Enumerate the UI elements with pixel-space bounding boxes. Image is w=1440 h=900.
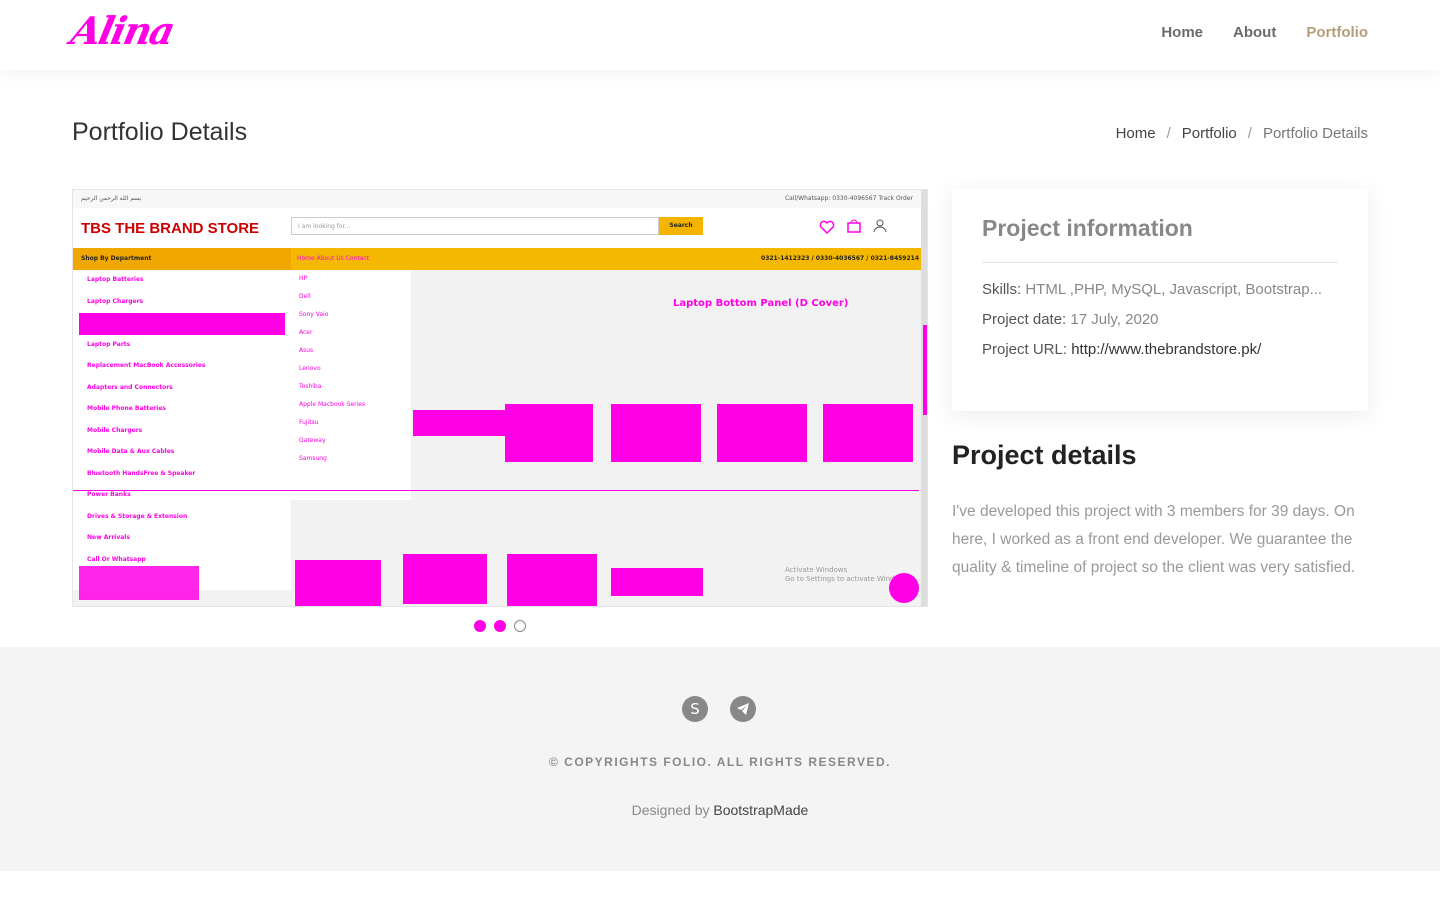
shot-menu-item: Mobile Phone Batteries bbox=[87, 405, 166, 412]
project-url-link[interactable]: http://www.thebrandstore.pk/ bbox=[1071, 341, 1261, 358]
url-label: Project URL: bbox=[982, 341, 1068, 358]
slider-dot[interactable] bbox=[514, 620, 526, 632]
nav-home[interactable]: Home bbox=[1161, 24, 1203, 41]
shot-scrollbar-thumb bbox=[923, 325, 927, 415]
shot-category-menu: Laptop Batteries Laptop Chargers Laptop … bbox=[73, 270, 291, 590]
shot-topbar: بسم الله الرحمن الرحيم Call/Whatsapp: 03… bbox=[73, 190, 927, 208]
nav-about[interactable]: About bbox=[1233, 24, 1276, 41]
shot-submenu-item: Dell bbox=[299, 293, 311, 300]
shot-bag-icon bbox=[847, 219, 861, 233]
site-footer: S © COPYRIGHTS FOLIO. ALL RIGHTS RESERVE… bbox=[0, 647, 1440, 871]
shot-watermark-line: Activate Windows bbox=[785, 566, 848, 574]
shot-submenu-item: Lenovo bbox=[299, 365, 321, 372]
shot-header: TBS THE BRAND STORE I am looking for... … bbox=[73, 208, 927, 248]
shot-menu-item: Laptop Parts bbox=[87, 340, 131, 348]
shot-product-image bbox=[403, 554, 487, 604]
breadcrumb-separator: / bbox=[1247, 125, 1252, 142]
shot-submenu-item: HP bbox=[299, 275, 308, 282]
skype-icon[interactable]: S bbox=[682, 696, 708, 722]
shot-submenu-item: Asus bbox=[299, 347, 314, 354]
shot-submenu: HP Dell Sony Vaio Acer Asus Lenovo Toshi… bbox=[291, 270, 411, 500]
slider-pagination bbox=[474, 620, 526, 632]
shot-product-image bbox=[79, 566, 199, 600]
shot-product-image bbox=[507, 554, 597, 606]
project-details-title: Project details bbox=[952, 440, 1137, 470]
shot-submenu-item: Apple Macbook Series bbox=[299, 401, 366, 408]
shot-menu-item: Adapters and Connectors bbox=[87, 383, 173, 391]
shot-menu-item: Mobile Data & Aux Cables bbox=[87, 448, 175, 455]
breadcrumb-home[interactable]: Home bbox=[1116, 125, 1156, 142]
shot-chat-button bbox=[889, 573, 919, 603]
portfolio-slider[interactable]: بسم الله الرحمن الرحيم Call/Whatsapp: 03… bbox=[72, 189, 928, 607]
shot-bismillah: بسم الله الرحمن الرحيم bbox=[81, 195, 142, 202]
credits-prefix: Designed by bbox=[631, 802, 714, 818]
date-label: Project date: bbox=[982, 311, 1067, 328]
shot-submenu-item: Fujitsu bbox=[299, 419, 319, 426]
breadcrumb-separator: / bbox=[1166, 125, 1171, 142]
project-url: Project URL: http://www.thebrandstore.pk… bbox=[982, 341, 1338, 358]
shot-menu-item: Mobile Chargers bbox=[87, 426, 143, 434]
shot-product-image bbox=[295, 560, 381, 606]
shot-menu-item-highlight bbox=[79, 313, 285, 335]
date-value: 17 July, 2020 bbox=[1066, 311, 1159, 328]
shot-product-image bbox=[611, 404, 701, 462]
shot-logo: TBS THE BRAND STORE bbox=[81, 220, 260, 237]
site-header: Alina Home About Portfolio bbox=[0, 0, 1440, 70]
page-title: Portfolio Details bbox=[72, 118, 248, 146]
project-info-list: Skills: HTML ,PHP, MySQL, Javascript, Bo… bbox=[982, 281, 1338, 358]
logo[interactable]: Alina bbox=[67, 8, 177, 53]
shot-search: I am looking for... bbox=[291, 217, 659, 235]
social-links: S bbox=[682, 696, 756, 722]
skills-label: Skills: bbox=[982, 281, 1022, 298]
project-info-card: Project information Skills: HTML ,PHP, M… bbox=[952, 189, 1368, 411]
shot-user-icon bbox=[873, 219, 887, 233]
credits: Designed by BootstrapMade bbox=[0, 802, 1440, 818]
shot-contact: Call/Whatsapp: 0330-4096567 Track Order bbox=[784, 195, 913, 202]
shot-product-image bbox=[717, 404, 807, 462]
breadcrumb-portfolio[interactable]: Portfolio bbox=[1182, 125, 1237, 142]
project-details-text: I've developed this project with 3 membe… bbox=[952, 503, 1356, 576]
shot-submenu-item: Gateway bbox=[299, 437, 326, 444]
telegram-icon[interactable] bbox=[730, 696, 756, 722]
shot-menu-item: Laptop Batteries bbox=[87, 276, 144, 283]
main-nav: Home About Portfolio bbox=[1161, 24, 1368, 41]
slider-dot[interactable] bbox=[494, 620, 506, 632]
credits-link[interactable]: BootstrapMade bbox=[713, 802, 808, 818]
project-info-title: Project information bbox=[982, 215, 1338, 263]
shot-menu-item: Drives & Storage & Extension bbox=[87, 512, 188, 520]
project-skills: Skills: HTML ,PHP, MySQL, Javascript, Bo… bbox=[982, 281, 1338, 298]
shot-phones: 0321-1412323 / 0330-4036567 / 0321-84592… bbox=[761, 255, 919, 262]
shot-submenu-item: Toshiba bbox=[299, 383, 322, 390]
shot-product-image bbox=[611, 568, 703, 596]
copyright: © COPYRIGHTS FOLIO. ALL RIGHTS RESERVED. bbox=[549, 755, 891, 769]
shot-nav-bar: Shop By Department Home About Us Contact… bbox=[73, 248, 927, 270]
skills-value: HTML ,PHP, MySQL, Javascript, Bootstrap.… bbox=[1021, 281, 1323, 298]
telegram-glyph bbox=[737, 703, 749, 715]
shot-search-button: Search bbox=[659, 217, 703, 235]
shot-menu-item: Laptop Chargers bbox=[87, 297, 144, 305]
breadcrumb: Home / Portfolio / Portfolio Details bbox=[1116, 125, 1368, 142]
project-date: Project date: 17 July, 2020 bbox=[982, 311, 1338, 328]
shot-submenu-item: Sony Vaio bbox=[299, 311, 329, 318]
shot-menu-item: Replacement MacBook Accessories bbox=[87, 362, 206, 369]
shot-menu-item: New Arrivals bbox=[87, 534, 130, 541]
shot-product-title: Laptop Bottom Panel (D Cover) bbox=[673, 298, 849, 309]
shot-divider bbox=[73, 490, 919, 491]
nav-portfolio[interactable]: Portfolio bbox=[1306, 24, 1368, 41]
shot-product-image bbox=[823, 404, 913, 462]
shot-submenu-item: Samsung bbox=[299, 455, 327, 462]
slider-dot[interactable] bbox=[474, 620, 486, 632]
shot-product-image bbox=[413, 410, 593, 436]
shot-menu-item: Power Banks bbox=[87, 491, 131, 498]
shot-menu-item: Bluetooth HandsFree & Speaker bbox=[87, 469, 196, 477]
shot-heart-icon bbox=[819, 220, 835, 234]
breadcrumb-current: Portfolio Details bbox=[1262, 125, 1368, 142]
shot-department: Shop By Department bbox=[73, 248, 291, 270]
shot-submenu-item: Acer bbox=[299, 329, 313, 336]
shot-links: Home About Us Contact bbox=[297, 255, 370, 262]
